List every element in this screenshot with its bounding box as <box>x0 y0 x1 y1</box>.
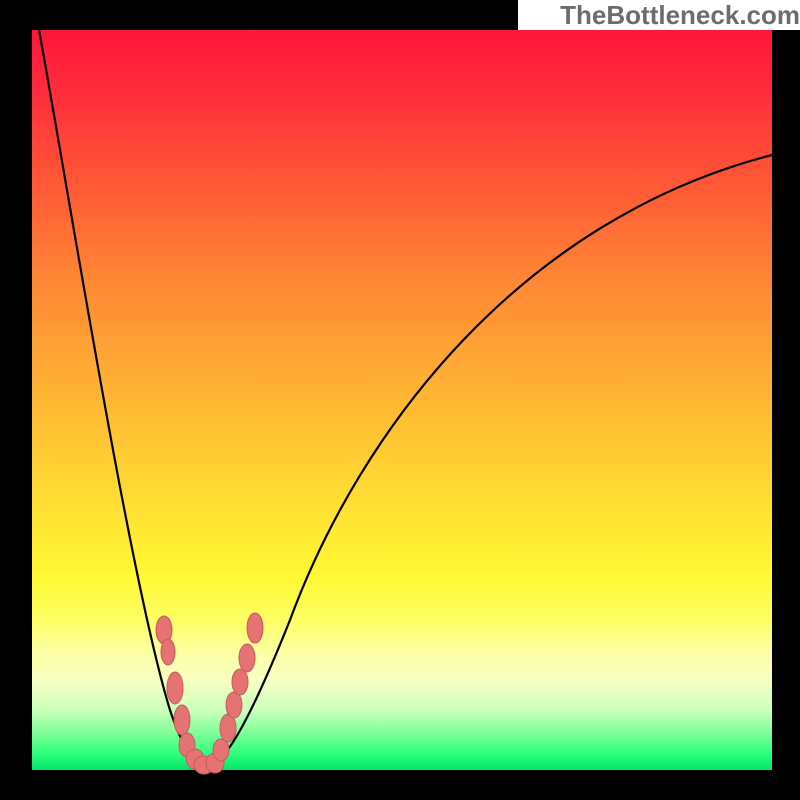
watermark-label: TheBottleneck.com <box>518 0 800 30</box>
chart-frame: TheBottleneck.com <box>0 0 800 800</box>
chart-plot-area <box>32 30 772 770</box>
